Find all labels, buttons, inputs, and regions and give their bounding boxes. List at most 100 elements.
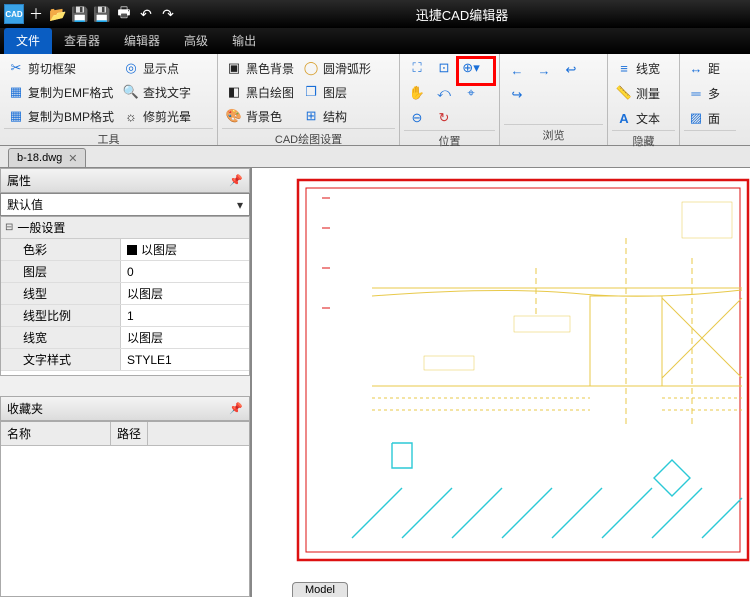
zoom-extents-icon: ⛶ — [409, 60, 425, 76]
cad-drawing — [252, 168, 750, 597]
btn-nav-fwd[interactable]: ↪ — [504, 83, 530, 107]
arc-icon: ◯ — [303, 60, 319, 76]
zoom-in-icon: ⊕▾ — [463, 60, 479, 76]
btn-bwdraw[interactable]: ◧黑白绘图 — [222, 80, 298, 104]
favorites-panel-header: 收藏夹 📌 — [0, 396, 250, 421]
text-icon: A — [616, 110, 632, 126]
ruler-icon: 📏 — [616, 85, 632, 101]
btn-text[interactable]: A文本 — [612, 106, 664, 130]
tab-file[interactable]: 文件 — [4, 28, 52, 54]
tab-viewer[interactable]: 查看器 — [52, 28, 112, 54]
btn-dist[interactable]: ↔距 — [684, 56, 724, 80]
target-icon: ◎ — [123, 60, 139, 76]
properties-panel-header: 属性 📌 — [0, 168, 250, 193]
btn-zoom-prev[interactable]: ⤺ — [431, 81, 457, 105]
btn-zoom-extents[interactable]: ⛶ — [404, 56, 430, 80]
fav-col-path[interactable]: 路径 — [111, 422, 148, 445]
model-space-tabs: Model — [292, 582, 348, 597]
arrow-right-icon: → — [536, 62, 552, 78]
qat-open-icon[interactable]: 📂 — [48, 4, 68, 24]
fav-col-name[interactable]: 名称 — [1, 422, 111, 445]
btn-linew[interactable]: ≡线宽 — [612, 56, 664, 80]
palette-icon: 🎨 — [226, 108, 242, 124]
distance-icon: ↔ — [688, 60, 704, 76]
group-nav-label: 浏览 — [504, 124, 603, 145]
zoom-prev-icon: ⤺ — [436, 85, 452, 101]
zoom-window-icon: ⊡ — [436, 60, 452, 76]
btn-showpts[interactable]: ◎显示点 — [119, 56, 195, 80]
emf-icon: ▦ — [8, 84, 24, 100]
btn-pan[interactable]: ✋ — [404, 81, 430, 105]
area-icon: ▨ — [688, 110, 704, 126]
bmp-icon: ▦ — [8, 108, 24, 124]
btn-layer[interactable]: ❐图层 — [299, 80, 375, 104]
zoom-sel-icon: ⌖ — [463, 85, 479, 101]
drawing-canvas[interactable]: Model — [252, 168, 750, 597]
btn-zoom-out[interactable]: ⊖ — [404, 106, 430, 130]
zoom-out-icon: ⊖ — [409, 110, 425, 126]
group-tools-label: 工具 — [4, 128, 213, 149]
search-icon: 🔍 — [123, 84, 139, 100]
group-pos-label: 位置 — [404, 130, 495, 151]
qat-saveall-icon[interactable]: 💾 — [92, 4, 112, 24]
trim-icon: ☼ — [123, 108, 139, 124]
btn-multi[interactable]: ═多 — [684, 81, 724, 105]
properties-grid: 一般设置 色彩以图层 图层0 线型以图层 线型比例1 线宽以图层 文字样式STY… — [0, 216, 250, 376]
btn-nav-left[interactable]: ← — [504, 58, 530, 82]
prop-row-lweight[interactable]: 线宽以图层 — [1, 327, 249, 349]
pin-icon[interactable]: 📌 — [229, 402, 243, 415]
hand-icon: ✋ — [409, 85, 425, 101]
doc-tab-label: b-18.dwg — [17, 152, 62, 164]
qat-undo-icon[interactable]: ↶ — [136, 4, 156, 24]
btn-nav-right[interactable]: → — [531, 58, 557, 82]
properties-filter-combo[interactable]: 默认值 — [0, 193, 250, 216]
nav-back-icon: ↩ — [563, 62, 579, 78]
prop-row-tstyle[interactable]: 文字样式STYLE1 — [1, 349, 249, 371]
pin-icon[interactable]: 📌 — [229, 174, 243, 187]
btn-trimhalo[interactable]: ☼修剪光晕 — [119, 104, 195, 128]
btn-nav-back[interactable]: ↩ — [558, 58, 584, 82]
prop-row-ltype[interactable]: 线型以图层 — [1, 283, 249, 305]
app-logo: CAD — [4, 4, 24, 24]
btn-area[interactable]: ▨面 — [684, 106, 724, 130]
btn-zoom-sel[interactable]: ⌖ — [458, 81, 484, 105]
prop-section-general[interactable]: 一般设置 — [1, 217, 249, 239]
layers-icon: ❐ — [303, 84, 319, 100]
bw-icon: ◧ — [226, 84, 242, 100]
btn-copy-emf[interactable]: ▦复制为EMF格式 — [4, 80, 118, 104]
lineweight-icon: ≡ — [616, 60, 632, 76]
ribbon-tabs: 文件 查看器 编辑器 高级 输出 — [0, 28, 750, 54]
btn-bgcolor[interactable]: 🎨背景色 — [222, 104, 298, 128]
btn-findtext[interactable]: 🔍查找文字 — [119, 80, 195, 104]
btn-orbit[interactable]: ↻ — [431, 106, 457, 130]
tab-advanced[interactable]: 高级 — [172, 28, 220, 54]
close-icon[interactable]: ✕ — [68, 152, 77, 165]
orbit-icon: ↻ — [436, 110, 452, 126]
prop-row-lscale[interactable]: 线型比例1 — [1, 305, 249, 327]
arrow-left-icon: ← — [509, 62, 525, 78]
btn-arc[interactable]: ◯圆滑弧形 — [299, 56, 375, 80]
tab-editor[interactable]: 编辑器 — [112, 28, 172, 54]
qat-save-icon[interactable]: 💾 — [70, 4, 90, 24]
btn-blackbg[interactable]: ▣黑色背景 — [222, 56, 298, 80]
nav-fwd-icon: ↪ — [509, 87, 525, 103]
prop-row-color[interactable]: 色彩以图层 — [1, 239, 249, 261]
model-tab[interactable]: Model — [292, 582, 348, 597]
btn-zoom-window[interactable]: ⊡ — [431, 56, 457, 80]
qat-print-icon[interactable]: 🖶 — [114, 4, 134, 24]
blackbg-icon: ▣ — [226, 60, 242, 76]
doc-tab-active[interactable]: b-18.dwg ✕ — [8, 148, 86, 167]
tab-output[interactable]: 输出 — [220, 28, 268, 54]
multiline-icon: ═ — [688, 85, 704, 101]
qat-new-icon[interactable]: ＋ — [26, 4, 46, 24]
btn-struct[interactable]: ⊞结构 — [299, 104, 375, 128]
btn-clipframe[interactable]: ✂剪切框架 — [4, 56, 118, 80]
scissors-icon: ✂ — [8, 60, 24, 76]
color-swatch — [127, 245, 137, 255]
prop-row-layer[interactable]: 图层0 — [1, 261, 249, 283]
btn-copy-bmp[interactable]: ▦复制为BMP格式 — [4, 104, 118, 128]
btn-measure[interactable]: 📏测量 — [612, 81, 664, 105]
qat-redo-icon[interactable]: ↷ — [158, 4, 178, 24]
btn-zoom-in[interactable]: ⊕▾ — [458, 56, 484, 80]
group-cad-label: CAD绘图设置 — [222, 128, 395, 149]
